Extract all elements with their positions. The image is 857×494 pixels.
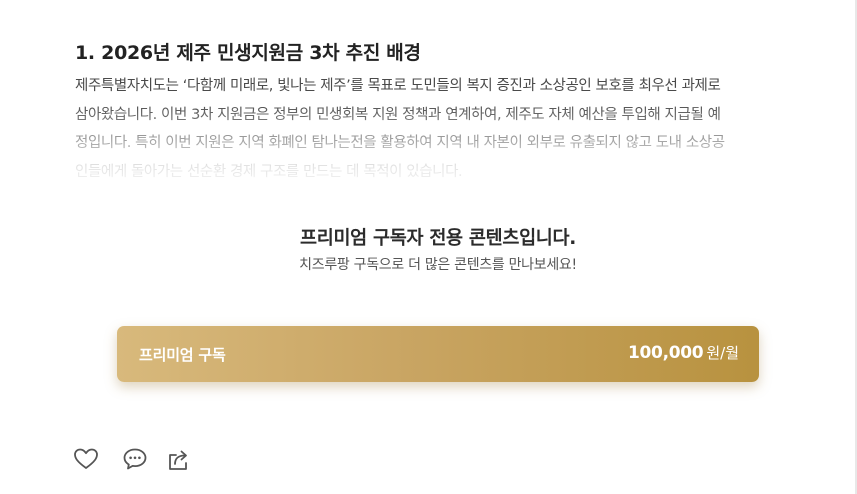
heart-icon[interactable] [73,446,99,472]
subscribe-label: 프리미엄 구독 [139,346,226,364]
comment-icon[interactable] [122,446,148,472]
premium-subscribe-button[interactable]: 프리미엄 구독 100,000 원/월 [117,326,759,382]
price-amount: 100,000 [628,343,704,363]
article-heading: 1. 2026년 제주 민생지원금 3차 추진 배경 [75,42,421,64]
article-body-line: 삼아왔습니다. 이번 3차 지원금은 정부의 민생회복 지원 정책과 연계하여,… [75,106,721,123]
article-body-line: 정입니다. 특히 이번 지원은 지역 화폐인 탐나는전을 활용하여 지역 내 자… [75,135,725,151]
article-body-line: 인들에게 돌아가는 선순환 경제 구조를 만드는 데 목적이 있습니다. [75,163,463,180]
price-unit: 원/월 [706,344,739,362]
paywall-subtitle: 치즈루팡 구독으로 더 많은 콘텐츠를 만나보세요! [299,257,577,273]
subscribe-price: 100,000 원/월 [628,342,739,363]
article-body: 제주특별자치도는 ‘다함께 미래로, 빛나는 제주’를 목표로 도민들의 복지 … [75,72,800,186]
paywall-title: 프리미엄 구독자 전용 콘텐츠입니다. [300,228,576,249]
page: 1. 2026년 제주 민생지원금 3차 추진 배경 제주특별자치도는 ‘다함께… [0,0,857,494]
article-body-line: 제주특별자치도는 ‘다함께 미래로, 빛나는 제주’를 목표로 도민들의 복지 … [75,78,721,94]
share-icon[interactable] [166,446,192,472]
